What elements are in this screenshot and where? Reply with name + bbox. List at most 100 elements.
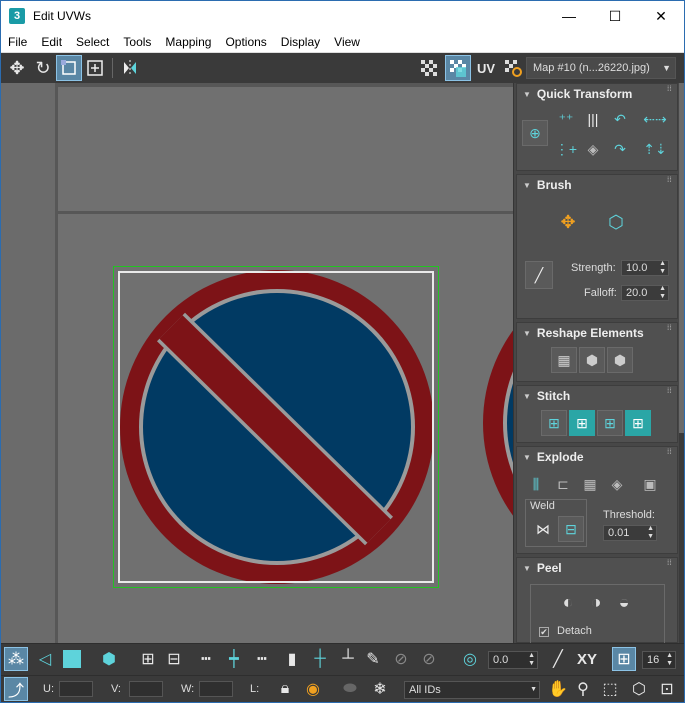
drag-handle-icon[interactable]: ⁞⁞: [667, 449, 673, 459]
show-map-icon[interactable]: [445, 55, 471, 81]
uv-element-edges[interactable]: [118, 271, 434, 583]
explode-by-polygon-icon[interactable]: ▦: [577, 471, 603, 497]
hide-icon[interactable]: ⬬: [338, 677, 362, 701]
uv-editor-viewport[interactable]: [1, 83, 513, 643]
align-to-edge-icon[interactable]: ⊕: [522, 120, 548, 146]
soft-selection-icon[interactable]: ◎: [458, 647, 482, 671]
align-horizontal-edges-icon[interactable]: ⇠⇢: [642, 106, 668, 132]
quick-peel-icon[interactable]: ◐: [555, 589, 581, 615]
uv-toggle[interactable]: UV: [473, 55, 499, 81]
stitch-to-average-icon[interactable]: ⊞: [597, 410, 623, 436]
panel-scrollbar-thumb[interactable]: [679, 83, 684, 433]
menu-options[interactable]: Options: [218, 31, 273, 53]
zoom-region-icon[interactable]: ⬚: [598, 677, 622, 701]
paint-move-icon[interactable]: ✥: [555, 209, 581, 235]
relax-brush-icon[interactable]: ⬡: [603, 209, 629, 235]
spinner-arrows-icon[interactable]: ▲ ▼: [659, 285, 666, 301]
u-coordinate-field[interactable]: [59, 681, 93, 697]
drag-handle-icon[interactable]: ⁞⁞: [667, 86, 673, 96]
peel-mode-icon[interactable]: ◑: [583, 589, 609, 615]
loop-icon[interactable]: ▮: [280, 647, 304, 671]
v-coordinate-field[interactable]: [129, 681, 163, 697]
freeform-icon[interactable]: [82, 55, 108, 81]
drag-handle-icon[interactable]: ⁞⁞: [667, 325, 673, 335]
minimize-button[interactable]: —: [546, 1, 592, 31]
straighten-icon[interactable]: ◈: [580, 136, 606, 162]
move-icon[interactable]: ✥: [4, 55, 30, 81]
menu-file[interactable]: File: [1, 31, 34, 53]
pan-hand-icon[interactable]: ✋: [546, 677, 570, 701]
peel-header[interactable]: ▼ Peel ⁞⁞: [517, 558, 677, 578]
angle-spinner[interactable]: 0.0 ▲ ▼: [488, 651, 538, 669]
falloff-spinner[interactable]: 20.0 ▲ ▼: [621, 285, 669, 301]
edge-mode-icon[interactable]: ◁: [33, 647, 57, 671]
spinner-arrows-icon[interactable]: ▲ ▼: [659, 260, 666, 276]
brush-header[interactable]: ▼ Brush ⁞⁞: [517, 175, 677, 195]
element-mode-icon[interactable]: ⬢: [97, 647, 121, 671]
paint-select-icon[interactable]: ✎: [361, 647, 385, 671]
drag-handle-icon[interactable]: ⁞⁞: [667, 177, 673, 187]
polygon-mode-icon[interactable]: [60, 647, 84, 671]
strength-spinner[interactable]: 10.0 ▲ ▼: [621, 260, 669, 276]
space-vertical-icon[interactable]: |||: [580, 106, 606, 132]
loop-grow-icon[interactable]: ┼: [308, 647, 332, 671]
maximize-button[interactable]: ☐: [592, 1, 638, 31]
map-selector-dropdown[interactable]: Map #10 (n...26220.jpg) ▼: [526, 57, 676, 79]
stitch-to-target-icon[interactable]: ⊞: [569, 410, 595, 436]
paint-shrink-icon[interactable]: ⊘: [417, 647, 441, 671]
align-vertical-edges-icon[interactable]: ⇡⇣: [642, 136, 668, 162]
zoom-extents-icon[interactable]: ⬡: [627, 677, 651, 701]
mirror-icon[interactable]: [117, 55, 143, 81]
w-coordinate-field[interactable]: [199, 681, 233, 697]
menu-mapping[interactable]: Mapping: [158, 31, 218, 53]
zoom-icon[interactable]: ⚲: [571, 677, 595, 701]
weld-target-icon[interactable]: ⊟: [558, 516, 584, 542]
rotate-icon[interactable]: ↻: [30, 55, 56, 81]
falloff-line-icon[interactable]: ╱: [546, 647, 570, 671]
stitch-custom-icon[interactable]: ⊞: [541, 410, 567, 436]
menu-view[interactable]: View: [327, 31, 367, 53]
rotate-minus-90-icon[interactable]: ↶: [607, 106, 633, 132]
lock-icon[interactable]: 🔒︎: [273, 677, 297, 701]
scale-icon[interactable]: [56, 55, 82, 81]
vertex-mode-icon[interactable]: ⁂: [4, 647, 28, 671]
rotate-plus-90-icon[interactable]: ↷: [607, 136, 633, 162]
menu-edit[interactable]: Edit: [34, 31, 69, 53]
explode-by-smoothing-icon[interactable]: ◈: [604, 471, 630, 497]
xy-toggle[interactable]: XY: [573, 647, 601, 671]
grid-snap-icon[interactable]: ⊞: [612, 647, 636, 671]
material-id-dropdown[interactable]: All IDs ▼: [404, 681, 540, 699]
brush-stroke-icon[interactable]: ╱: [525, 261, 553, 289]
spinner-arrows-icon[interactable]: ▲ ▼: [528, 652, 535, 668]
drag-handle-icon[interactable]: ⁞⁞: [667, 560, 673, 570]
panel-scrollbar[interactable]: [679, 83, 684, 643]
settings-icon[interactable]: [500, 55, 526, 81]
explode-by-material-icon[interactable]: ▣: [637, 471, 663, 497]
ring-grow-icon[interactable]: ┿: [222, 647, 246, 671]
shrink-selection-icon[interactable]: ⊟: [162, 647, 186, 671]
reset-peel-icon[interactable]: ◒: [611, 589, 637, 615]
explode-header[interactable]: ▼ Explode ⁞⁞: [517, 447, 677, 467]
ring-shrink-icon[interactable]: ┅: [194, 647, 218, 671]
detach-edges-icon[interactable]: ⊏: [550, 471, 576, 497]
stitch-header[interactable]: ▼ Stitch ⁞⁞: [517, 386, 677, 406]
show-hidden-icon[interactable]: ◉: [301, 677, 325, 701]
threshold-spinner[interactable]: 0.01 ▲ ▼: [603, 525, 657, 541]
checker-pattern-icon[interactable]: [416, 55, 442, 81]
relax-until-flat-icon[interactable]: ⬢: [579, 347, 605, 373]
menu-tools[interactable]: Tools: [116, 31, 158, 53]
close-button[interactable]: ✕: [638, 1, 684, 31]
edge-select-icon[interactable]: ┴: [336, 647, 360, 671]
align-vertical-icon[interactable]: ⋮+: [553, 136, 579, 162]
spinner-arrows-icon[interactable]: ▲ ▼: [666, 652, 673, 668]
detach-checkbox[interactable]: ✔: [539, 627, 549, 637]
freeze-icon[interactable]: ❄: [368, 677, 392, 701]
loop-shrink-icon[interactable]: ┅: [250, 647, 274, 671]
break-icon[interactable]: ⫼: [523, 471, 549, 497]
quick-transform-header[interactable]: ▼ Quick Transform ⁞⁞: [517, 84, 677, 104]
weld-selected-icon[interactable]: ⋈: [530, 516, 556, 542]
menu-display[interactable]: Display: [274, 31, 327, 53]
reshape-elements-header[interactable]: ▼ Reshape Elements ⁞⁞: [517, 323, 677, 343]
zoom-selected-icon[interactable]: ⊡: [655, 677, 679, 701]
menu-select[interactable]: Select: [69, 31, 116, 53]
